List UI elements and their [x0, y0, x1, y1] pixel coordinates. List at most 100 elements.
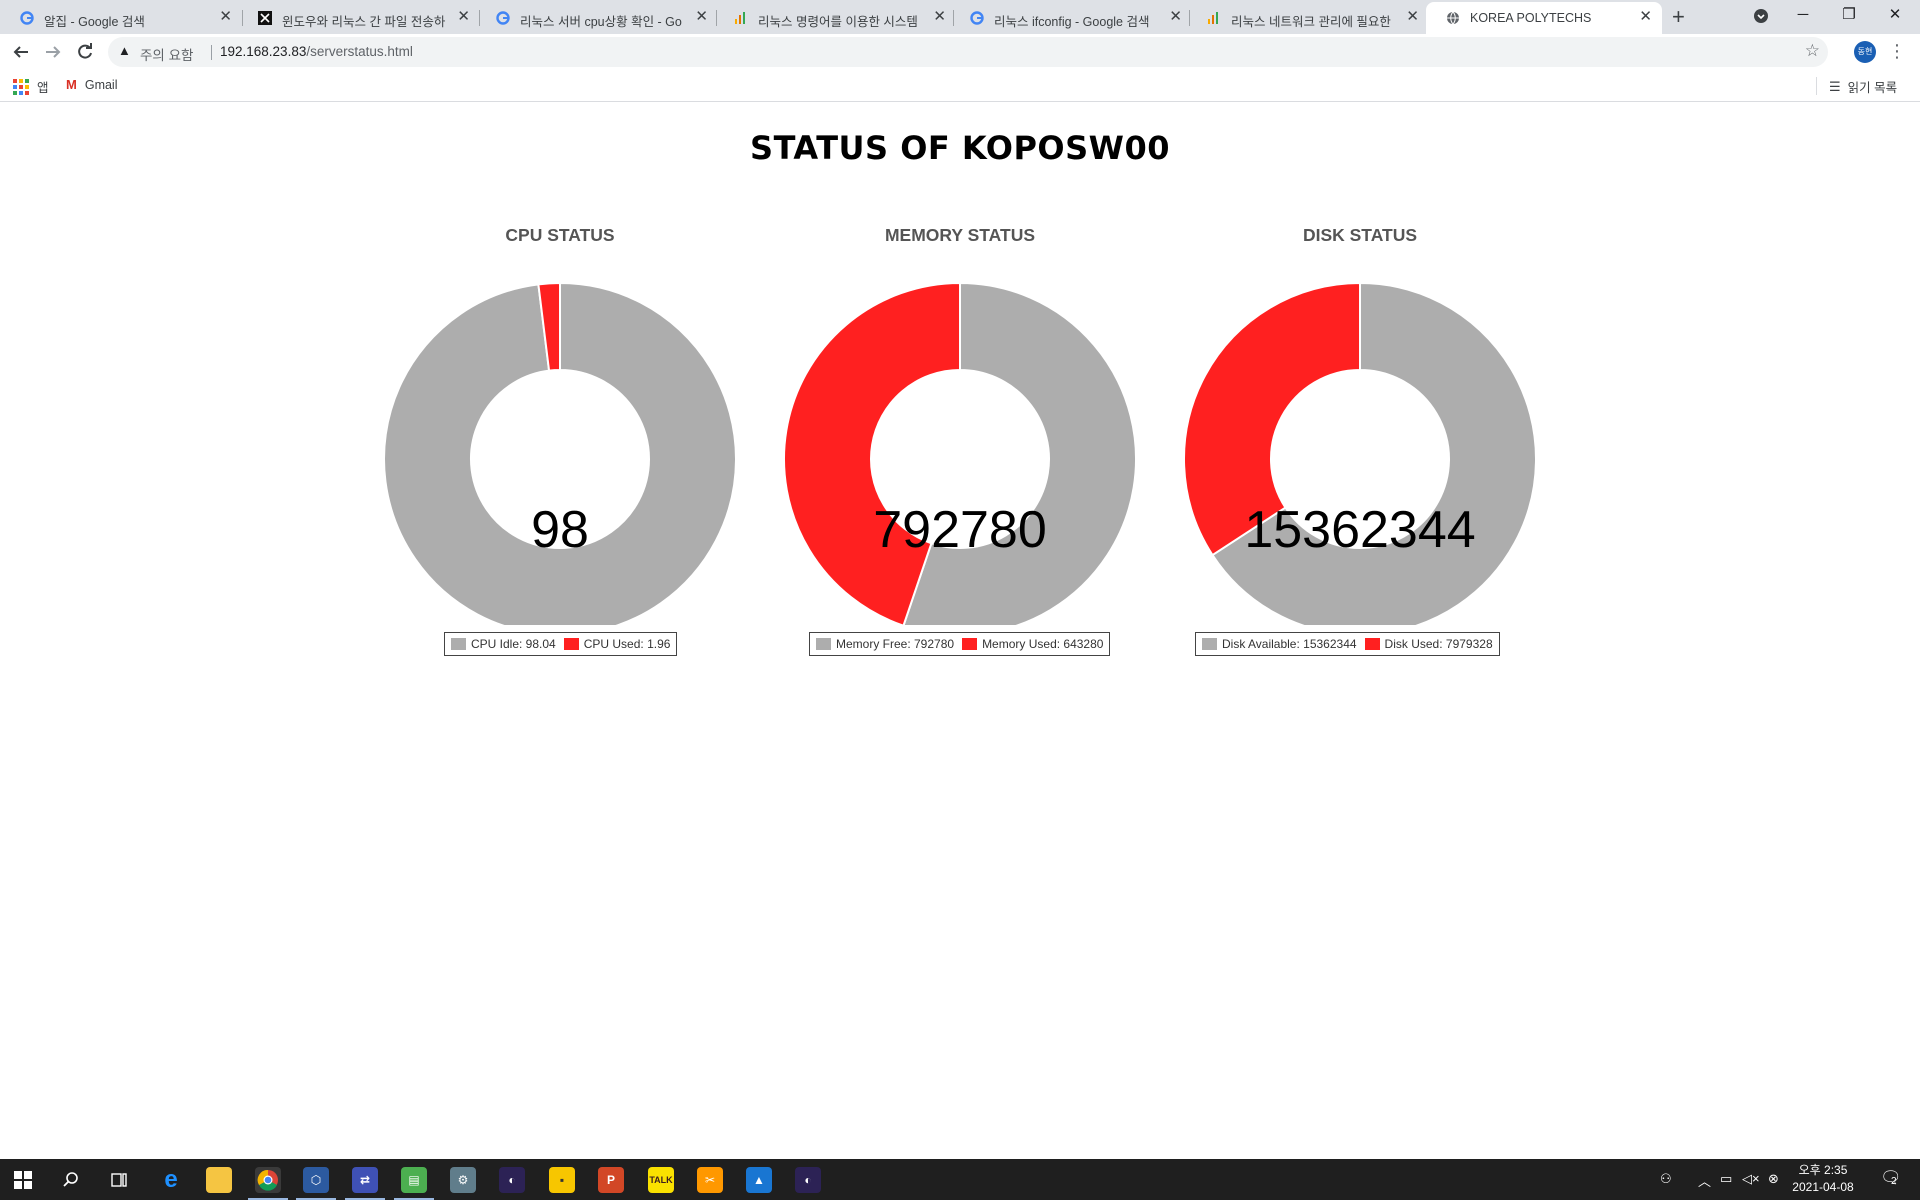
- tab-5[interactable]: 리눅스 ifconfig - Google 검색 ✕: [950, 2, 1192, 34]
- tab-label: 리눅스 네트워크 관리에 필요한: [1231, 15, 1391, 29]
- notification-center-icon[interactable]: 🗨 2: [1880, 1168, 1902, 1188]
- close-icon[interactable]: ✕: [1406, 8, 1419, 26]
- clock-time: 오후 2:35: [1798, 1163, 1848, 1177]
- putty-icon[interactable]: ⚙: [450, 1167, 476, 1193]
- bookmark-apps[interactable]: 앱: [13, 77, 49, 96]
- new-tab-button[interactable]: +: [1672, 4, 1685, 30]
- close-icon[interactable]: ✕: [219, 8, 232, 26]
- virtualbox-icon[interactable]: ⬡: [303, 1167, 329, 1193]
- tab-label: 리눅스 ifconfig - Google 검색: [994, 15, 1150, 29]
- tab-label: 리눅스 명령어를 이용한 시스템: [758, 15, 918, 29]
- chart-legend: Memory Free: 792780 Memory Used: 643280: [809, 632, 1111, 656]
- system-clock[interactable]: 오후 2:35 2021-04-08: [1788, 1162, 1858, 1196]
- bookmarks-divider: [1816, 77, 1817, 95]
- security-label[interactable]: 주의 요함: [140, 44, 193, 64]
- reading-list-button[interactable]: ☰ 읽기 목록: [1829, 77, 1897, 96]
- google-g-icon: [970, 11, 984, 25]
- cpu-donut-chart: [383, 281, 737, 625]
- eclipse-icon-2[interactable]: ◐: [795, 1167, 821, 1193]
- center-value: 15362344: [1244, 501, 1476, 559]
- tools-icon[interactable]: ✂: [697, 1167, 723, 1193]
- bookmarks-bar: 앱 M Gmail ☰ 읽기 목록: [0, 70, 1920, 102]
- volume-muted-icon[interactable]: ◁×: [1742, 1171, 1760, 1187]
- reload-button[interactable]: [73, 40, 97, 64]
- restore-button[interactable]: ❐: [1826, 2, 1872, 28]
- bar-chart-icon: [735, 12, 745, 24]
- legend-item[interactable]: Memory Free: 792780: [816, 637, 954, 651]
- legend-label: Memory Used: 643280: [982, 637, 1104, 651]
- tab-active[interactable]: KOREA POLYTECHS ✕: [1426, 2, 1662, 34]
- legend-swatch: [1202, 638, 1217, 650]
- url-text[interactable]: 192.168.23.83/serverstatus.html: [220, 44, 413, 59]
- tab-4[interactable]: 리눅스 명령어를 이용한 시스템 ✕: [714, 2, 956, 34]
- browser-toolbar: ▲ 주의 요함 192.168.23.83/serverstatus.html …: [0, 34, 1920, 70]
- people-icon[interactable]: ⚇: [1660, 1171, 1672, 1187]
- warning-icon[interactable]: ▲: [118, 43, 131, 58]
- close-icon[interactable]: ✕: [457, 8, 470, 26]
- sticky-notes-icon[interactable]: ▪: [549, 1167, 575, 1193]
- address-bar[interactable]: ▲ 주의 요함 192.168.23.83/serverstatus.html …: [108, 37, 1828, 67]
- forward-arrow-icon: [46, 46, 61, 58]
- legend-item[interactable]: Memory Used: 643280: [962, 637, 1103, 651]
- center-value: 98: [531, 501, 589, 559]
- reading-list-label: 읽기 목록: [1847, 81, 1898, 95]
- legend-item[interactable]: Disk Available: 15362344: [1202, 637, 1357, 651]
- google-g-icon: [496, 11, 510, 25]
- network-icon[interactable]: ▭: [1720, 1171, 1732, 1187]
- back-button[interactable]: [9, 40, 33, 64]
- reading-list-icon: ☰: [1829, 78, 1841, 94]
- chevron-up-icon[interactable]: ︿: [1698, 1171, 1711, 1190]
- notepad-icon[interactable]: ▤: [401, 1167, 427, 1193]
- apps-grid-icon: [13, 78, 29, 95]
- tab-label: 알집 - Google 검색: [44, 15, 145, 29]
- legend-swatch: [962, 638, 978, 650]
- tab-1[interactable]: 알집 - Google 검색 ✕: [0, 2, 242, 34]
- bookmark-apps-label: 앱: [37, 81, 49, 95]
- tab-6[interactable]: 리눅스 네트워크 관리에 필요한 ✕: [1187, 2, 1429, 34]
- chrome-icon[interactable]: [255, 1167, 281, 1193]
- cpu-chart: CPU STATUS 98 CPU Idle: 98.04 CPU Used: …: [360, 225, 760, 665]
- window-close-button[interactable]: ✕: [1872, 2, 1918, 28]
- legend-item[interactable]: Disk Used: 7979328: [1364, 637, 1493, 651]
- forward-button[interactable]: [41, 40, 65, 64]
- close-icon[interactable]: ✕: [1169, 8, 1182, 26]
- search-icon[interactable]: [58, 1167, 84, 1193]
- edge-icon[interactable]: e: [158, 1166, 184, 1193]
- network-tool-icon[interactable]: ⇄: [352, 1167, 378, 1193]
- google-g-icon: [20, 11, 34, 25]
- legend-swatch: [1364, 638, 1380, 650]
- tab-search-button[interactable]: [1738, 2, 1784, 33]
- eclipse-icon[interactable]: ◐: [499, 1167, 525, 1193]
- bookmark-gmail[interactable]: M Gmail: [66, 77, 118, 92]
- task-view-icon[interactable]: [106, 1167, 132, 1193]
- legend-label: Disk Available: 15362344: [1222, 637, 1357, 651]
- tab-label: KOREA POLYTECHS: [1470, 11, 1592, 25]
- tab-strip: 알집 - Google 검색 ✕ 윈도우와 리눅스 간 파일 전송하 ✕ 리눅스…: [0, 0, 1920, 34]
- chart-legend: CPU Idle: 98.04 CPU Used: 1.96: [444, 632, 678, 656]
- page-content: STATUS OF KOPOSW00 CPU STATUS 98 CPU Idl…: [0, 103, 1920, 1158]
- close-icon[interactable]: ✕: [695, 8, 708, 26]
- legend-item[interactable]: CPU Used: 1.96: [563, 637, 670, 651]
- chart-legend: Disk Available: 15362344 Disk Used: 7979…: [1195, 632, 1500, 656]
- profile-avatar[interactable]: 동현: [1854, 41, 1876, 63]
- omnibox-divider: [211, 45, 212, 60]
- legend-item[interactable]: CPU Idle: 98.04: [451, 637, 556, 651]
- minimize-button[interactable]: ─: [1780, 2, 1826, 28]
- legend-swatch: [816, 638, 831, 650]
- bookmark-star-icon[interactable]: ☆: [1805, 41, 1820, 61]
- globe-icon: [1447, 11, 1459, 25]
- kakaotalk-icon[interactable]: TALK: [648, 1167, 674, 1193]
- tab-3[interactable]: 리눅스 서버 cpu상황 확인 - Go ✕: [476, 2, 718, 34]
- file-explorer-icon[interactable]: [206, 1167, 232, 1193]
- status-x-icon[interactable]: ⊗: [1768, 1171, 1779, 1187]
- tab-2[interactable]: 윈도우와 리눅스 간 파일 전송하 ✕: [238, 2, 480, 34]
- start-icon[interactable]: [10, 1167, 36, 1193]
- x-logo-icon: [258, 11, 272, 25]
- close-icon[interactable]: ✕: [933, 8, 946, 26]
- powerpoint-icon[interactable]: P: [598, 1167, 624, 1193]
- legend-swatch: [451, 638, 466, 650]
- photos-icon[interactable]: ▲: [746, 1167, 772, 1193]
- close-icon[interactable]: ✕: [1639, 8, 1652, 26]
- menu-icon[interactable]: ⋮: [1888, 39, 1906, 63]
- tab-label: 리눅스 서버 cpu상황 확인 - Go: [520, 15, 682, 29]
